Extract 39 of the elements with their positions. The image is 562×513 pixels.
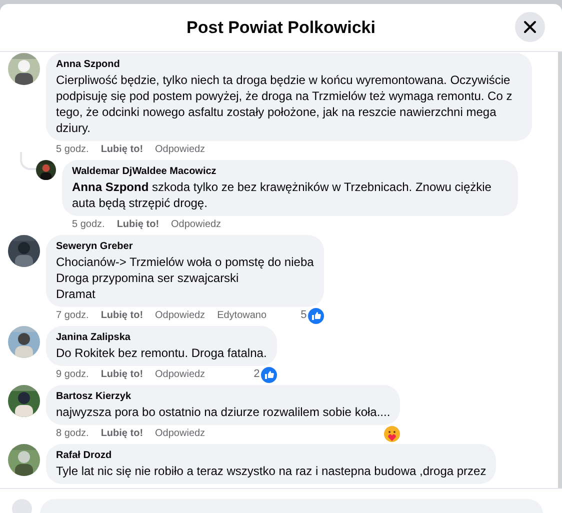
commenter-name[interactable]: Bartosz Kierzyk — [56, 390, 390, 404]
comment-text: Anna Szpond szkoda tylko ze bez krawężników w Trzebnicach. Znowu ciężkie auta będą strzępić drogę. — [72, 179, 492, 211]
reply-link[interactable]: Odpowiedz — [155, 426, 206, 441]
commenter-name[interactable]: Rafał Drozd — [56, 449, 486, 463]
dialog-title: Post Powiat Polkowicki — [186, 16, 376, 39]
commenter-name[interactable]: Anna Szpond — [56, 58, 522, 72]
comment-time[interactable]: 9 godz. — [56, 367, 89, 382]
commenter-name[interactable]: Seweryn Greber — [56, 240, 314, 254]
comment-text: Dramat — [56, 286, 96, 302]
edited-label: Edytowano — [217, 309, 267, 323]
comment-text: najwyzsza pora bo ostatnio na dziurze rozwalilem sobie koła.... — [56, 404, 390, 420]
comment-time[interactable]: 5 godz. — [72, 217, 105, 232]
like-link[interactable]: Lubię to! — [116, 217, 160, 232]
comment-time[interactable]: 7 godz. — [56, 308, 89, 323]
like-link[interactable]: Lubię to! — [100, 367, 144, 382]
comment-time[interactable]: 8 godz. — [56, 426, 89, 441]
reply-link[interactable]: Odpowiedz — [155, 142, 206, 157]
comment-text: Do Rokitek bez remontu. Droga fatalna. — [56, 345, 267, 361]
like-icon[interactable] — [260, 366, 277, 382]
avatar-icon — [12, 499, 32, 513]
reply-link[interactable]: Odpowiedz — [171, 217, 222, 232]
reaction-count: 5 — [300, 308, 307, 324]
close-icon — [523, 20, 537, 34]
comment-text: Tyle lat nic się nie robiło a teraz wszystko na raz i nastepna budowa ,droga przez — [56, 463, 486, 479]
close-button[interactable] — [515, 12, 545, 42]
like-icon[interactable] — [308, 308, 324, 324]
like-link[interactable]: Lubię to! — [100, 308, 144, 323]
like-link[interactable]: Lubię to! — [100, 142, 144, 157]
hug-emoji-icon[interactable] — [384, 426, 400, 442]
like-link[interactable]: Lubię to! — [100, 426, 144, 441]
reply-link[interactable]: Odpowiedz — [155, 367, 206, 382]
reply-link[interactable]: Odpowiedz — [155, 308, 206, 323]
comment-time[interactable]: 5 godz. — [56, 142, 89, 157]
comment-text: Cierpliwość będzie, tylko niech ta droga będzie w końcu wyremontowana. Oczywiście podpisuję się pod postem powyżej, że droga na Trzmielów też wymaga remontu. Co z tego, że odcinki nowego asfaltu zostały położone, jak na reszcie nawierzchni mega dziury. — [56, 72, 514, 136]
commenter-name[interactable]: Janina Zalipska — [56, 331, 267, 345]
comment-text: Droga przypomina ser szwajcarski — [56, 270, 240, 286]
reaction-count: 2 — [254, 367, 260, 382]
comment-text: Chocianów-> Trzmielów woła o pomstę do nieba — [56, 254, 314, 270]
commenter-name[interactable]: Waldemar DjWaldee Macowicz — [72, 165, 508, 179]
